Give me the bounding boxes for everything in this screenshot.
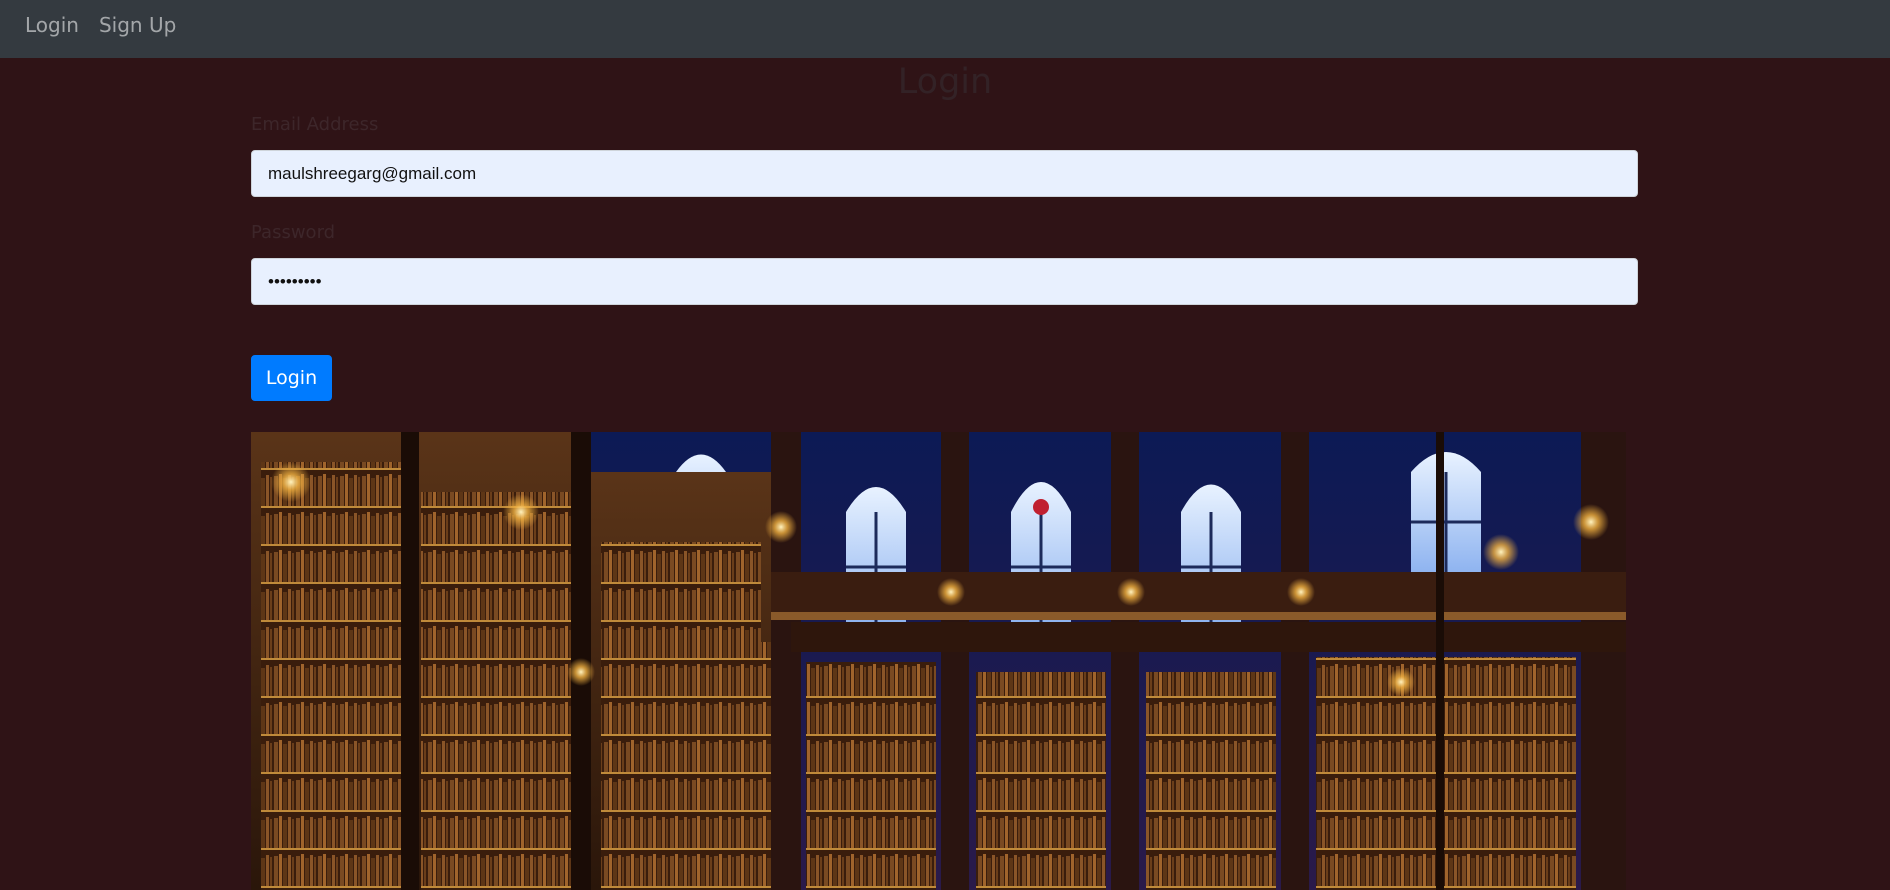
library-illustration [251, 432, 1626, 890]
email-label: Email Address [251, 114, 379, 135]
password-field[interactable] [251, 258, 1638, 305]
nav-login-link[interactable]: Login [25, 15, 79, 35]
email-field[interactable] [251, 150, 1638, 197]
page-title: Login [897, 62, 993, 102]
nav-signup-link[interactable]: Sign Up [99, 15, 176, 35]
library-image [251, 432, 1626, 890]
login-button[interactable]: Login [251, 355, 332, 401]
top-navbar: Login Sign Up [0, 0, 1890, 58]
password-label: Password [251, 222, 336, 243]
